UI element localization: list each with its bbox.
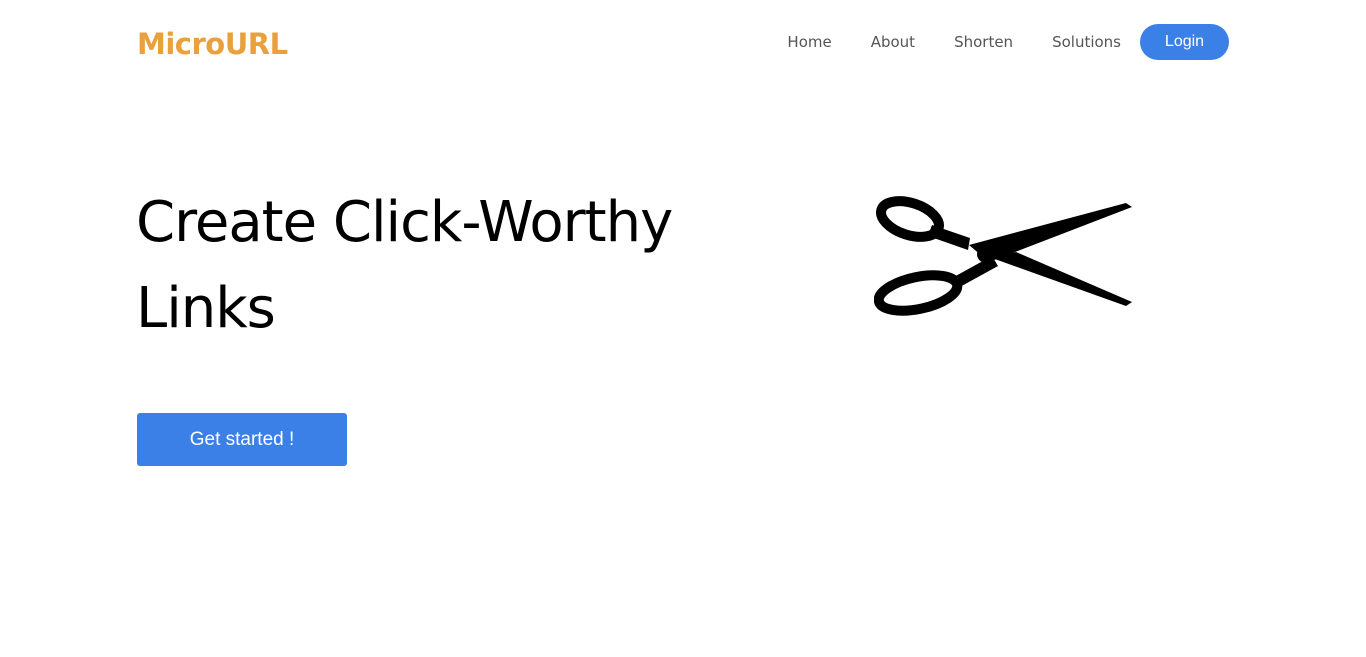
nav-item-shorten[interactable]: Shorten — [954, 33, 1013, 51]
login-button[interactable]: Login — [1140, 24, 1229, 60]
nav-item-about[interactable]: About — [871, 33, 915, 51]
nav-item-home[interactable]: Home — [787, 33, 831, 51]
hero-title: Create Click-Worthy Links — [136, 190, 673, 341]
top-navigation: Home About Shorten Solutions Login — [787, 24, 1229, 60]
get-started-button[interactable]: Get started ! — [137, 413, 347, 466]
scissors-icon — [874, 196, 1132, 316]
brand-logo[interactable]: MicroURL — [137, 24, 288, 64]
nav-item-solutions[interactable]: Solutions — [1052, 33, 1121, 51]
